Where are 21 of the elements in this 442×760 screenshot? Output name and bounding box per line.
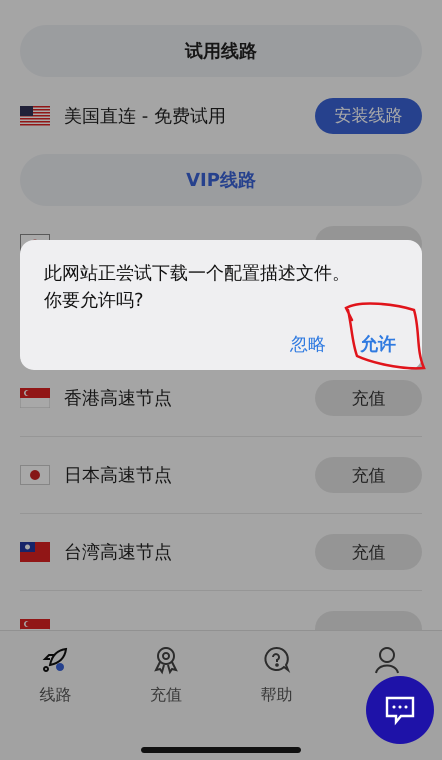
flag-icon xyxy=(20,106,50,126)
dialog-button[interactable]: 允许 xyxy=(360,332,396,356)
tab-item[interactable]: 充值 xyxy=(110,645,221,706)
dialog-button[interactable]: 忽略 xyxy=(290,332,326,356)
flag-icon xyxy=(20,465,50,485)
section-header: VIP线路 xyxy=(20,154,422,206)
recharge-button[interactable]: 充值 xyxy=(315,534,422,570)
flag-icon xyxy=(20,542,50,562)
recharge-button[interactable]: 充值 xyxy=(315,380,422,416)
route-name: 日本高速节点 xyxy=(64,464,173,487)
route-name: 香港高速节点 xyxy=(64,387,173,410)
recharge-button[interactable]: 充值 xyxy=(315,457,422,493)
tab-item[interactable]: 帮助 xyxy=(221,645,332,706)
flag-icon xyxy=(20,388,50,408)
route-name: 台湾高速节点 xyxy=(64,541,173,564)
install-button[interactable]: 安装线路 xyxy=(315,98,422,134)
dialog-message: 此网站正尝试下载一个配置描述文件。你要允许吗? xyxy=(44,262,351,313)
tab-item[interactable]: 线路 xyxy=(0,645,110,706)
section-header: 试用线路 xyxy=(20,25,422,77)
route-name: 美国直连 - 免费试用 xyxy=(64,104,227,128)
chat-icon xyxy=(383,694,417,726)
